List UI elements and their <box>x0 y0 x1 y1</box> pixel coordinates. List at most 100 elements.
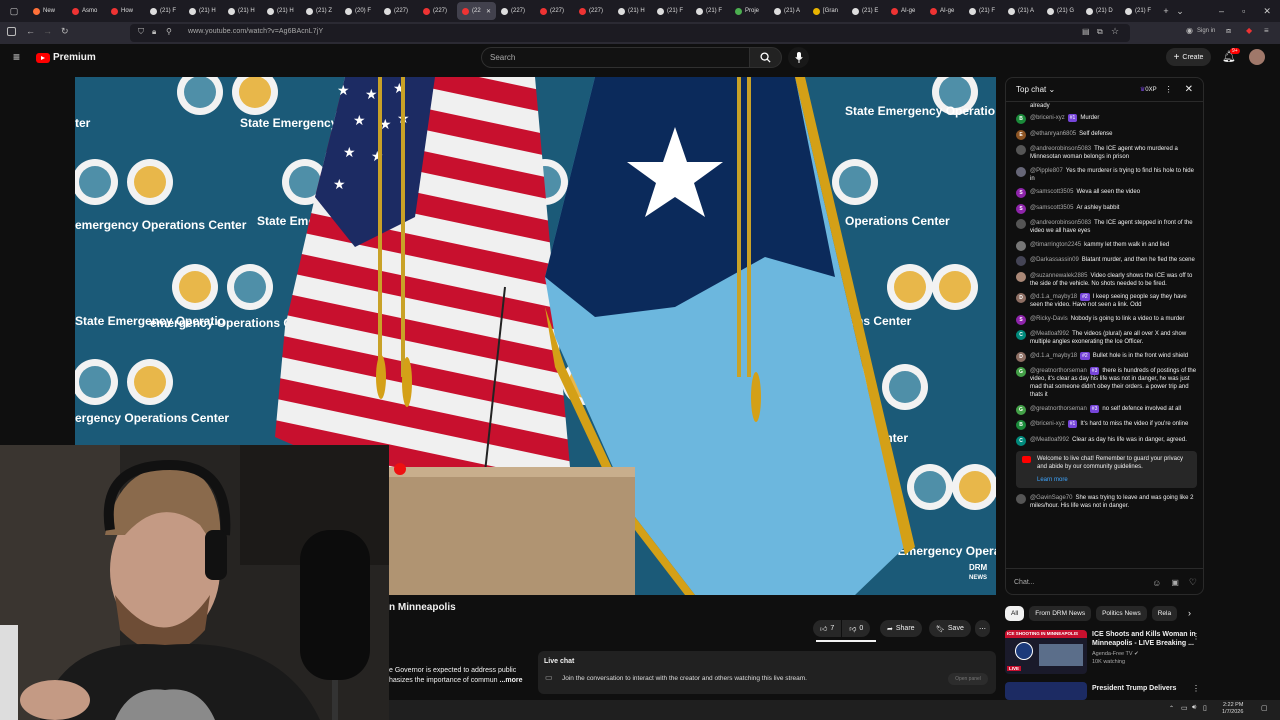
browser-tab[interactable]: (227) <box>418 2 457 20</box>
minimize-icon[interactable]: – <box>1219 6 1224 16</box>
browser-tab[interactable]: (22 ✕ <box>457 2 496 20</box>
browser-tab[interactable]: Asmo <box>67 2 106 20</box>
url-text[interactable]: www.youtube.com/watch?v=Ag6BAcnL7jY <box>188 28 323 35</box>
create-button[interactable]: + Create <box>1166 48 1211 66</box>
browser-tab[interactable]: (21) H <box>262 2 301 20</box>
browser-tab[interactable]: (227) <box>574 2 613 20</box>
browser-tab[interactable]: (21) F <box>964 2 1003 20</box>
channel-points[interactable]: ♛0XP <box>1140 86 1157 93</box>
notification-center-icon[interactable]: ▢ <box>1261 704 1268 712</box>
description[interactable]: e Governor is expected to address public… <box>389 666 522 686</box>
browser-tab[interactable]: (21) F <box>145 2 184 20</box>
voice-search-button[interactable] <box>788 47 809 68</box>
chat-author[interactable]: @suzannewalek2885 <box>1030 273 1087 279</box>
more-link[interactable]: ...more <box>500 677 523 684</box>
chat-author[interactable]: @andreorobinson5083 <box>1030 146 1091 152</box>
browser-tab[interactable]: AI-ge <box>886 2 925 20</box>
search-button[interactable] <box>749 47 782 68</box>
item-menu-icon[interactable]: ⋮ <box>1192 632 1200 641</box>
filter-chip[interactable]: From DRM News <box>1029 606 1092 621</box>
close-icon[interactable]: ✕ <box>1185 84 1193 95</box>
browser-tab[interactable]: (21) F <box>1120 2 1159 20</box>
chat-author[interactable]: @Meatloaf992 <box>1030 437 1069 443</box>
chat-author[interactable]: @briceni-xyz <box>1030 115 1065 121</box>
super-chat-icon[interactable]: ▣ <box>1171 578 1179 587</box>
save-button[interactable]: 🔖︎ Save <box>929 620 971 637</box>
chat-author[interactable]: @Meatloaf992 <box>1030 331 1069 337</box>
sidebar-toggle-icon[interactable] <box>7 27 16 36</box>
shield-icon[interactable]: ⛉ <box>138 27 144 37</box>
extension-icon[interactable]: ◆ <box>1246 26 1252 35</box>
browser-tab[interactable]: (21) F <box>652 2 691 20</box>
open-panel-button[interactable]: Open panel <box>948 673 988 685</box>
reader-view-icon[interactable]: ▤ <box>1082 27 1090 36</box>
browser-tab[interactable]: (227) <box>379 2 418 20</box>
heart-icon[interactable]: ♡ <box>1189 577 1197 588</box>
permissions-icon[interactable]: ⚲ <box>166 27 172 36</box>
browser-tab[interactable]: (21) E <box>847 2 886 20</box>
recommendation-item[interactable]: ICE SHOOTING IN MINNEAPOLIS LIVE ICE Sho… <box>1005 630 1200 674</box>
extensions-icon[interactable]: ⧈ <box>1226 26 1231 36</box>
chat-author[interactable]: @Darkassassin09 <box>1030 257 1079 263</box>
clock[interactable]: 2:22 PM 1/7/2026 <box>1222 702 1243 716</box>
filter-chip[interactable]: Rela <box>1151 606 1178 621</box>
chat-author[interactable]: @greatnorthorseman <box>1030 406 1087 412</box>
chat-author[interactable]: @timarrington2245 <box>1030 242 1081 248</box>
app-menu-icon[interactable]: ≡ <box>1264 26 1269 35</box>
like-button[interactable]: 👍︎ 7 <box>813 620 842 637</box>
recommendation-thumbnail[interactable] <box>1005 682 1087 700</box>
youtube-logo[interactable]: Premium <box>36 52 96 63</box>
share-button[interactable]: ➦ Share <box>880 620 922 637</box>
browser-tab[interactable]: (21) H <box>184 2 223 20</box>
tab-list-icon[interactable]: ▢ <box>0 6 28 17</box>
chat-author[interactable]: @samscott3505 <box>1030 205 1073 211</box>
recommendation-title[interactable]: President Trump Delivers <box>1092 684 1176 700</box>
close-window-icon[interactable]: ✕ <box>1263 6 1271 17</box>
browser-tab[interactable]: (21) H <box>223 2 262 20</box>
chevron-right-icon[interactable]: › <box>1188 608 1191 618</box>
dislike-button[interactable]: 👎︎ 0 <box>842 620 871 637</box>
browser-tab[interactable]: AI-ge <box>925 2 964 20</box>
filter-chip[interactable]: Politics News <box>1096 606 1147 621</box>
browser-tab[interactable]: How <box>106 2 145 20</box>
item-menu-icon[interactable]: ⋮ <box>1192 684 1200 693</box>
recommendation-thumbnail[interactable]: ICE SHOOTING IN MINNEAPOLIS LIVE <box>1005 630 1087 674</box>
browser-tab[interactable]: New <box>28 2 67 20</box>
avatar[interactable] <box>1249 49 1265 65</box>
lock-icon[interactable]: 🔒︎ <box>152 27 156 37</box>
tab-overflow-icon[interactable]: ⌄ <box>1173 6 1187 17</box>
new-tab-button[interactable]: + <box>1159 6 1173 16</box>
chat-input[interactable]: Chat... <box>1014 579 1035 586</box>
bookmark-star-icon[interactable]: ☆ <box>1111 26 1119 37</box>
emoji-icon[interactable]: ☺ <box>1152 578 1161 588</box>
chat-author[interactable]: @GavinSage70 <box>1030 495 1072 501</box>
search-input[interactable]: Search <box>481 47 749 68</box>
chat-author[interactable]: @d.1.a_mayby18 <box>1030 353 1077 359</box>
back-icon[interactable]: ← <box>26 26 35 36</box>
browser-tab[interactable]: (227) <box>535 2 574 20</box>
chat-author[interactable]: @d.1.a_mayby18 <box>1030 294 1077 300</box>
url-bar[interactable]: ⛉ 🔒︎ ⚲ www.youtube.com/watch?v=Ag6BAcnL7… <box>130 24 1130 42</box>
browser-tab[interactable]: (21) G <box>1042 2 1081 20</box>
picture-in-picture-icon[interactable]: ⧉ <box>1097 27 1103 37</box>
browser-tab[interactable]: Proje <box>730 2 769 20</box>
account-icon[interactable]: ◉ <box>1186 26 1193 35</box>
chat-author[interactable]: @andreorobinson5083 <box>1030 220 1091 226</box>
maximize-icon[interactable]: ▫ <box>1242 6 1245 16</box>
chat-author[interactable]: @briceni-xyz <box>1030 421 1065 427</box>
chat-author[interactable]: @greatnorthorseman <box>1030 368 1087 374</box>
chat-author[interactable]: @ethanryan6805 <box>1030 131 1076 137</box>
forward-icon[interactable]: → <box>43 26 52 36</box>
guide-menu-icon[interactable]: ≡ <box>13 50 20 64</box>
chat-author[interactable]: @samscott3505 <box>1030 189 1073 195</box>
battery-icon[interactable]: ▯ <box>1203 704 1207 712</box>
chat-author[interactable]: @Ricky-Davis <box>1030 316 1068 322</box>
learn-more-link[interactable]: Learn more <box>1037 476 1191 484</box>
browser-tab[interactable]: (21) F <box>691 2 730 20</box>
browser-tab[interactable]: (227) <box>496 2 535 20</box>
recommendation-title[interactable]: ICE Shoots and Kills Woman in Minneapoli… <box>1092 630 1200 648</box>
more-actions-button[interactable]: ⋯ <box>975 620 990 637</box>
tab-close-icon[interactable]: ✕ <box>486 8 491 15</box>
network-icon[interactable]: ▭ <box>1181 704 1188 712</box>
signin-link[interactable]: Sign in <box>1197 28 1215 34</box>
